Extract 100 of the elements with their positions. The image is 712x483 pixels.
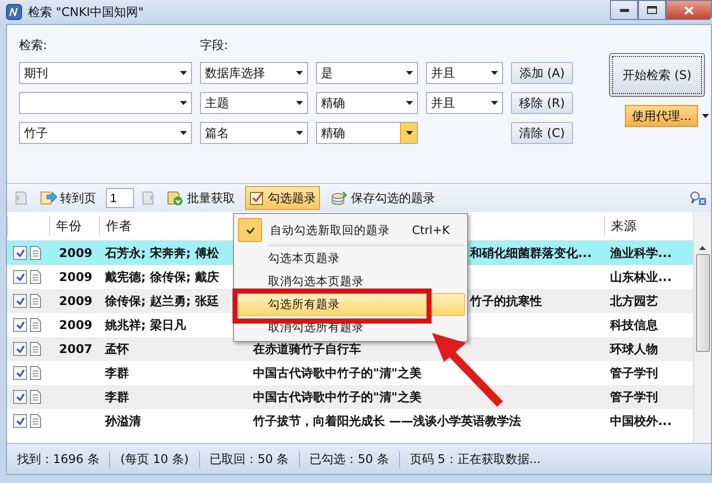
check-icon xyxy=(16,393,24,401)
check-icon xyxy=(16,273,24,281)
checklist-icon xyxy=(249,190,265,206)
search-clear-icon[interactable] xyxy=(689,190,707,206)
caret-icon xyxy=(180,101,186,105)
proxy-button[interactable]: 使用代理... xyxy=(625,105,698,127)
caret-icon xyxy=(296,101,302,105)
menu-item[interactable]: 自动勾选新取回的题录 Ctrl+K xyxy=(236,216,465,244)
dropdown[interactable]: 精确 xyxy=(316,92,418,114)
goto-page-button[interactable]: 转到页 xyxy=(35,186,100,210)
table-cell-text: 在赤道骑竹子自行车 xyxy=(252,340,362,358)
dropdown[interactable]: 精确 xyxy=(316,122,418,144)
shortcut-label: Ctrl+K xyxy=(412,223,450,237)
table-cell-text: 山东林业... xyxy=(609,268,673,286)
document-icon xyxy=(30,342,41,356)
app-logo-icon xyxy=(6,4,22,20)
caret-icon xyxy=(490,101,498,105)
table-cell-text: 姚兆祥; 梁日凡 xyxy=(104,316,187,334)
menu-item-label: 自动勾选新取回的题录 xyxy=(270,222,390,238)
dropdown[interactable]: 并且 xyxy=(426,92,503,114)
menu-item[interactable]: 勾选本页题录 xyxy=(236,247,465,270)
minimize-button[interactable] xyxy=(610,0,638,20)
field-label: 字段: xyxy=(200,37,230,54)
table-cell-text: 竹子拔节，向着阳光成长 ——浅谈小学英语教学法 xyxy=(252,412,522,430)
dropdown[interactable]: 是 xyxy=(316,62,418,84)
caret-icon xyxy=(296,71,302,75)
dropdown[interactable]: 数据库选择 xyxy=(200,62,308,84)
maximize-icon xyxy=(647,6,657,14)
close-icon xyxy=(684,6,694,14)
table-cell-text: 和硝化细菌群落变化... xyxy=(470,244,593,262)
caret-icon[interactable] xyxy=(702,114,710,118)
table-cell-text: 2009 xyxy=(58,246,94,260)
table-cell-text: 戴宪德; 徐传保; 戴庆 xyxy=(104,268,220,286)
table-cell-text: 中国校外... xyxy=(609,412,673,430)
maximize-button[interactable] xyxy=(638,0,666,20)
start-search-button[interactable]: 开始检索 (S) xyxy=(609,53,705,97)
checkbox[interactable] xyxy=(13,390,27,404)
document-icon xyxy=(30,390,41,404)
checkbox[interactable] xyxy=(13,294,27,308)
toolbar-button[interactable]: 保存勾选的题录 xyxy=(326,186,439,210)
dropdown[interactable]: 主题 xyxy=(200,92,308,114)
scrollbar[interactable] xyxy=(693,212,711,443)
table-cell-text: 徐传保; 赵兰勇; 张廷 xyxy=(104,292,220,310)
table-cell-text: 2007 xyxy=(58,342,94,356)
check-icon xyxy=(16,369,24,377)
checkbox[interactable] xyxy=(13,366,27,380)
search-label: 检索: xyxy=(19,37,48,54)
dropdown[interactable]: 期刊 xyxy=(19,62,192,84)
check-icon xyxy=(16,417,24,425)
table-cell-text: 竹子的抗寒性 xyxy=(470,292,543,310)
table-cell-text: 环球人物 xyxy=(608,340,659,358)
dropdown[interactable]: 竹子 xyxy=(19,122,192,144)
status-text: 已取回：50 条 xyxy=(200,450,300,468)
toolbar-button[interactable]: 批量获取 xyxy=(162,186,239,210)
caret-icon xyxy=(296,131,302,135)
document-icon xyxy=(30,246,41,260)
checkbox[interactable] xyxy=(13,414,27,428)
close-button[interactable] xyxy=(666,0,712,20)
dropdown[interactable]: 并且 xyxy=(426,62,503,84)
menu-item[interactable]: 取消勾选本页题录 xyxy=(236,270,465,293)
table-cell-text: 李群 xyxy=(104,364,130,382)
window-title: 检索 "CNKI中国知网" xyxy=(28,4,144,20)
table-cell-text: 中国古代诗歌中竹子的"清"之美 xyxy=(252,364,423,382)
caret-icon xyxy=(490,71,498,75)
page-number-field[interactable]: 1 xyxy=(106,188,134,208)
document-download-icon xyxy=(166,190,184,206)
check-icon xyxy=(16,297,24,305)
column-header[interactable]: 来源 xyxy=(604,216,688,236)
scroll-up-icon[interactable] xyxy=(699,246,706,250)
checkbox[interactable] xyxy=(13,318,27,332)
table-cell-text: 孟怀 xyxy=(104,340,130,358)
column-header[interactable]: 年份 xyxy=(49,216,99,236)
document-icon xyxy=(30,294,41,308)
checkbox[interactable] xyxy=(13,270,27,284)
document-icon xyxy=(30,270,41,284)
checkbox[interactable] xyxy=(13,342,27,356)
side-button[interactable]: 添加 (A) xyxy=(511,62,573,84)
table-cell-text: 2009 xyxy=(58,294,94,308)
check-icon xyxy=(16,345,24,353)
status-text: 已勾选：50 条 xyxy=(300,450,400,468)
status-text: (每页 10 条) xyxy=(110,450,200,468)
stack-icon xyxy=(330,190,348,206)
toolbar-button[interactable]: 勾选题录 xyxy=(245,186,320,210)
caret-icon xyxy=(180,71,186,75)
side-button[interactable]: 移除 (R) xyxy=(511,92,573,114)
table-cell-text: 孙溢清 xyxy=(104,412,142,430)
side-button[interactable]: 清除 (C) xyxy=(511,122,573,144)
dropdown[interactable]: 篇名 xyxy=(200,122,308,144)
table-cell-text: 科技信息 xyxy=(608,316,659,334)
check-icon xyxy=(246,226,254,234)
document-icon xyxy=(30,366,41,380)
caret-icon xyxy=(406,101,412,105)
table-cell-text: 2009 xyxy=(58,270,94,284)
menu-item[interactable]: 勾选所有题录 xyxy=(236,293,465,316)
checkbox[interactable] xyxy=(13,246,27,260)
document-icon xyxy=(30,414,41,428)
status-text: 找到：1696 条 xyxy=(7,450,110,468)
caret-icon xyxy=(180,131,186,135)
table-cell-text: 管子学刊 xyxy=(609,364,659,382)
table-cell-text: 北方园艺 xyxy=(608,292,659,310)
